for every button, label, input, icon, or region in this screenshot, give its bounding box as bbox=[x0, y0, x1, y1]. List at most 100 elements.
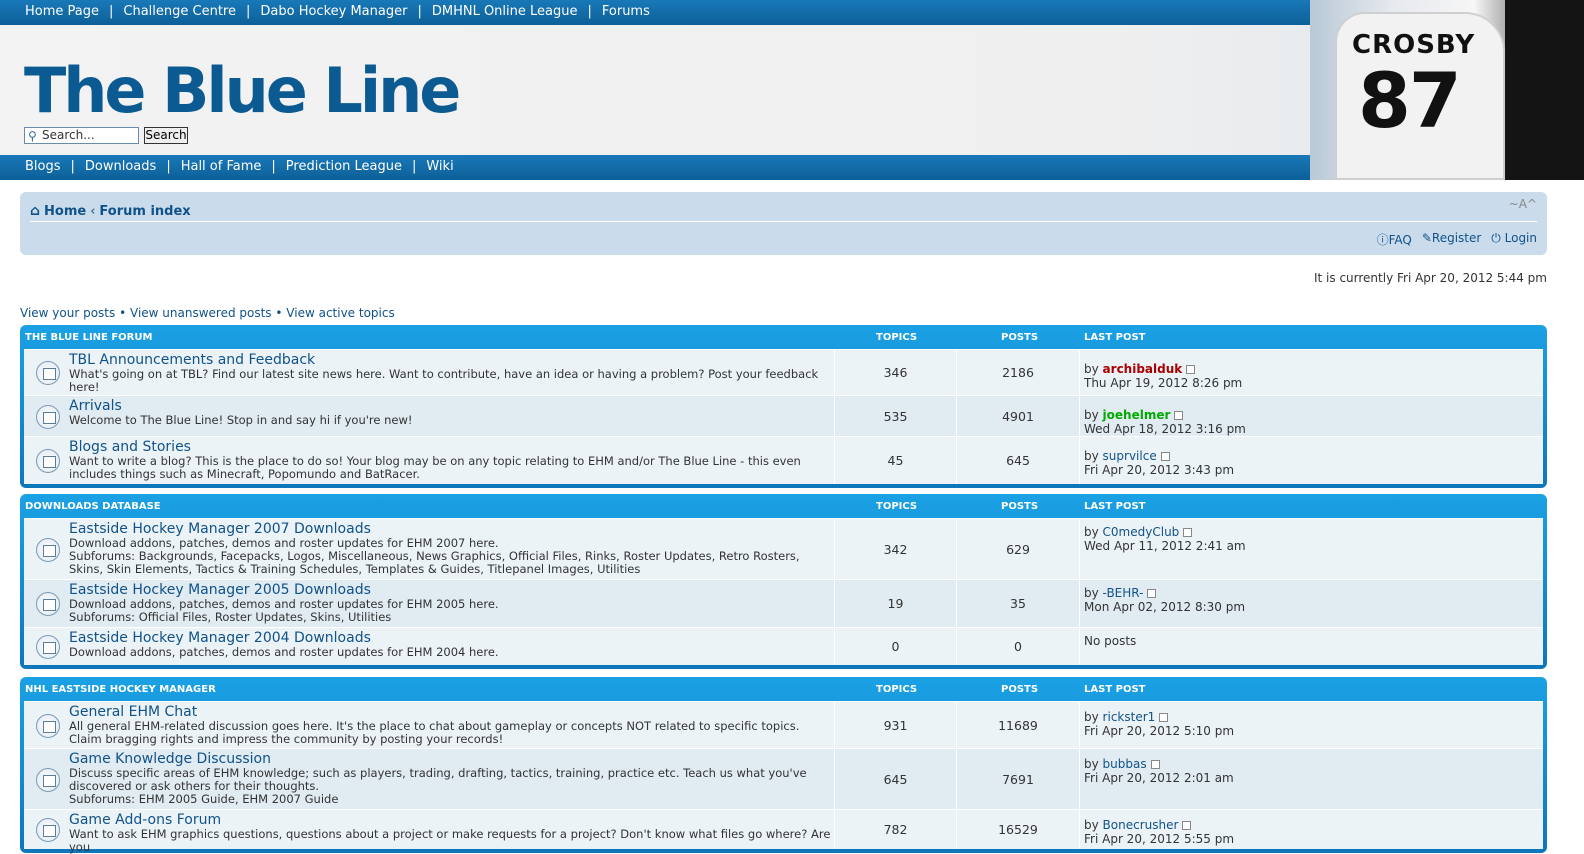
nav-downloads[interactable]: Downloads bbox=[85, 159, 156, 174]
site-header: Home Page | Challenge Centre | Dabo Hockey… bbox=[0, 0, 1584, 180]
view-unanswered-posts-link[interactable]: View unanswered posts bbox=[130, 306, 272, 320]
forum-title-link[interactable]: Blogs and Stories bbox=[69, 439, 834, 455]
forum-info: Game Add-ons Forum Want to ask EHM graphi… bbox=[69, 810, 834, 854]
view-latest-post-icon[interactable] bbox=[1186, 365, 1196, 374]
search-placeholder: Search... bbox=[42, 128, 95, 142]
view-latest-post-icon[interactable] bbox=[1174, 411, 1184, 420]
view-latest-post-icon[interactable] bbox=[1159, 713, 1169, 722]
subforum-links[interactable]: EHM 2005 Guide, EHM 2007 Guide bbox=[139, 792, 339, 806]
forum-category: NHL EASTSIDE HOCKEY MANAGER TOPICS POSTS LA… bbox=[20, 677, 1547, 854]
forum-description: Discuss specific areas of EHM knowledge;… bbox=[69, 766, 807, 793]
view-latest-post-icon[interactable] bbox=[1160, 452, 1170, 461]
view-active-topics-link[interactable]: View active topics bbox=[286, 306, 394, 320]
last-post-author[interactable]: joehelmer bbox=[1103, 408, 1171, 422]
topics-column-header: TOPICS bbox=[876, 683, 918, 695]
forum-row: General EHM Chat All general EHM-related … bbox=[24, 701, 1543, 748]
posts-column-header: POSTS bbox=[1001, 500, 1039, 512]
bullet-separator: • bbox=[275, 306, 287, 320]
topics-count: 931 bbox=[883, 717, 908, 733]
nav-challenge-centre[interactable]: Challenge Centre bbox=[123, 4, 236, 19]
site-logo[interactable]: The Blue Line bbox=[24, 52, 461, 130]
view-latest-post-icon[interactable] bbox=[1183, 528, 1193, 537]
by-label: by bbox=[1084, 586, 1103, 600]
view-latest-post-icon[interactable] bbox=[1150, 760, 1160, 769]
header-player-image: CROSBY 87 bbox=[1310, 0, 1584, 180]
forum-description: Want to write a blog? This is the place … bbox=[69, 454, 801, 481]
category-title[interactable]: NHL EASTSIDE HOCKEY MANAGER bbox=[25, 684, 216, 695]
nav-home-page[interactable]: Home Page bbox=[25, 4, 99, 19]
forum-row: Eastside Hockey Manager 2007 Downloads Do… bbox=[24, 518, 1543, 579]
subforum-label: Subforums: bbox=[69, 610, 139, 624]
nav-hall-of-fame[interactable]: Hall of Fame bbox=[181, 159, 262, 174]
forum-title-link[interactable]: Eastside Hockey Manager 2005 Downloads bbox=[69, 582, 834, 598]
nav-separator: | bbox=[166, 159, 171, 174]
view-latest-post-icon[interactable] bbox=[1147, 589, 1157, 598]
forum-info: Eastside Hockey Manager 2005 Downloads Do… bbox=[69, 580, 834, 624]
last-post-date: Fri Apr 20, 2012 3:43 pm bbox=[1084, 463, 1235, 477]
forum-title-link[interactable]: Eastside Hockey Manager 2007 Downloads bbox=[69, 521, 834, 537]
forum-row: Eastside Hockey Manager 2005 Downloads Do… bbox=[24, 579, 1543, 627]
last-post-author[interactable]: Bonecrusher bbox=[1103, 818, 1179, 832]
posts-count: 11689 bbox=[998, 717, 1038, 733]
column-divider bbox=[1079, 749, 1080, 809]
last-post-author[interactable]: suprvilce bbox=[1103, 449, 1157, 463]
search-input[interactable]: ⚲ Search... bbox=[24, 127, 139, 144]
subforum-links[interactable]: Official Files, Roster Updates, Skins, U… bbox=[139, 610, 392, 624]
login-link[interactable]: ⏻ Login bbox=[1491, 231, 1537, 248]
last-post-author[interactable]: rickster1 bbox=[1103, 710, 1156, 724]
bottom-nav: Blogs | Downloads | Hall of Fame | Predicti… bbox=[25, 159, 454, 174]
last-post-column-header: LAST POST bbox=[1084, 331, 1146, 343]
posts-count: 2186 bbox=[1002, 365, 1034, 380]
nav-blogs[interactable]: Blogs bbox=[25, 159, 61, 174]
category-header: THE BLUE LINE FORUM TOPICS POSTS LAST POST bbox=[24, 325, 1543, 349]
category-title[interactable]: DOWNLOADS DATABASE bbox=[25, 501, 161, 512]
forum-title-link[interactable]: General EHM Chat bbox=[69, 704, 834, 720]
topics-count: 19 bbox=[887, 596, 904, 611]
forum-title-link[interactable]: Eastside Hockey Manager 2004 Downloads bbox=[69, 630, 834, 646]
topics-column-header: TOPICS bbox=[876, 500, 918, 512]
forum-read-icon bbox=[36, 713, 60, 738]
forum-title-link[interactable]: Arrivals bbox=[69, 398, 834, 414]
forum-row: Eastside Hockey Manager 2004 Downloads Do… bbox=[24, 627, 1543, 665]
subforum-label: Subforums: bbox=[69, 549, 139, 563]
breadcrumb-home[interactable]: Home bbox=[44, 204, 86, 219]
last-post-author[interactable]: bubbas bbox=[1103, 757, 1147, 771]
last-post: by C0medyClub Wed Apr 11, 2012 2:41 am bbox=[1084, 525, 1246, 553]
forum-title-link[interactable]: Game Knowledge Discussion bbox=[69, 751, 834, 767]
bullet-separator: • bbox=[119, 306, 130, 320]
forum-info: Eastside Hockey Manager 2004 Downloads Do… bbox=[69, 628, 834, 659]
nav-forums[interactable]: Forums bbox=[602, 4, 650, 19]
forum-category: DOWNLOADS DATABASE TOPICS POSTS LAST POST Ea… bbox=[20, 494, 1547, 669]
category-title[interactable]: THE BLUE LINE FORUM bbox=[25, 332, 152, 343]
view-latest-post-icon[interactable] bbox=[1182, 821, 1192, 830]
nav-dabo-hockey-manager[interactable]: Dabo Hockey Manager bbox=[260, 4, 407, 19]
last-post-column-header: LAST POST bbox=[1084, 500, 1146, 512]
column-divider bbox=[1079, 519, 1080, 579]
nav-wiki[interactable]: Wiki bbox=[426, 159, 453, 174]
subforum-links[interactable]: Backgrounds, Facepacks, Logos, Miscellan… bbox=[69, 549, 800, 576]
forum-title-link[interactable]: Game Add-ons Forum bbox=[69, 812, 834, 828]
posts-count: 35 bbox=[1010, 596, 1026, 611]
forum-info: Blogs and Stories Want to write a blog? T… bbox=[69, 437, 834, 481]
nav-dmhnl-online-league[interactable]: DMHNL Online League bbox=[432, 4, 578, 19]
view-your-posts-link[interactable]: View your posts bbox=[20, 306, 115, 320]
forum-description: All general EHM-related discussion goes … bbox=[69, 719, 800, 746]
last-post-author[interactable]: -BEHR- bbox=[1103, 586, 1144, 600]
breadcrumb-forum-index[interactable]: Forum index bbox=[99, 204, 190, 219]
column-divider bbox=[1079, 396, 1080, 436]
forum-title-link[interactable]: TBL Announcements and Feedback bbox=[69, 352, 834, 368]
nav-separator: | bbox=[411, 159, 417, 174]
last-post-author[interactable]: archibalduk bbox=[1103, 362, 1183, 376]
search-icon: ⚲ bbox=[28, 129, 37, 143]
forum-description: Download addons, patches, demos and rost… bbox=[69, 645, 499, 659]
search-button[interactable]: Search bbox=[144, 127, 188, 144]
last-post-author[interactable]: C0medyClub bbox=[1103, 525, 1180, 539]
forum-info: Arrivals Welcome to The Blue Line! Stop i… bbox=[69, 396, 834, 427]
forum-read-icon bbox=[36, 592, 60, 616]
posts-count: 4901 bbox=[1002, 408, 1034, 424]
register-link[interactable]: ✎Register bbox=[1422, 231, 1481, 248]
nav-prediction-league[interactable]: Prediction League bbox=[286, 159, 402, 174]
font-size-toggle[interactable]: ~A^ bbox=[1509, 197, 1537, 211]
faq-link[interactable]: ⓘFAQ bbox=[1377, 231, 1412, 248]
forum-description: What's going on at TBL? Find our latest … bbox=[69, 367, 819, 394]
